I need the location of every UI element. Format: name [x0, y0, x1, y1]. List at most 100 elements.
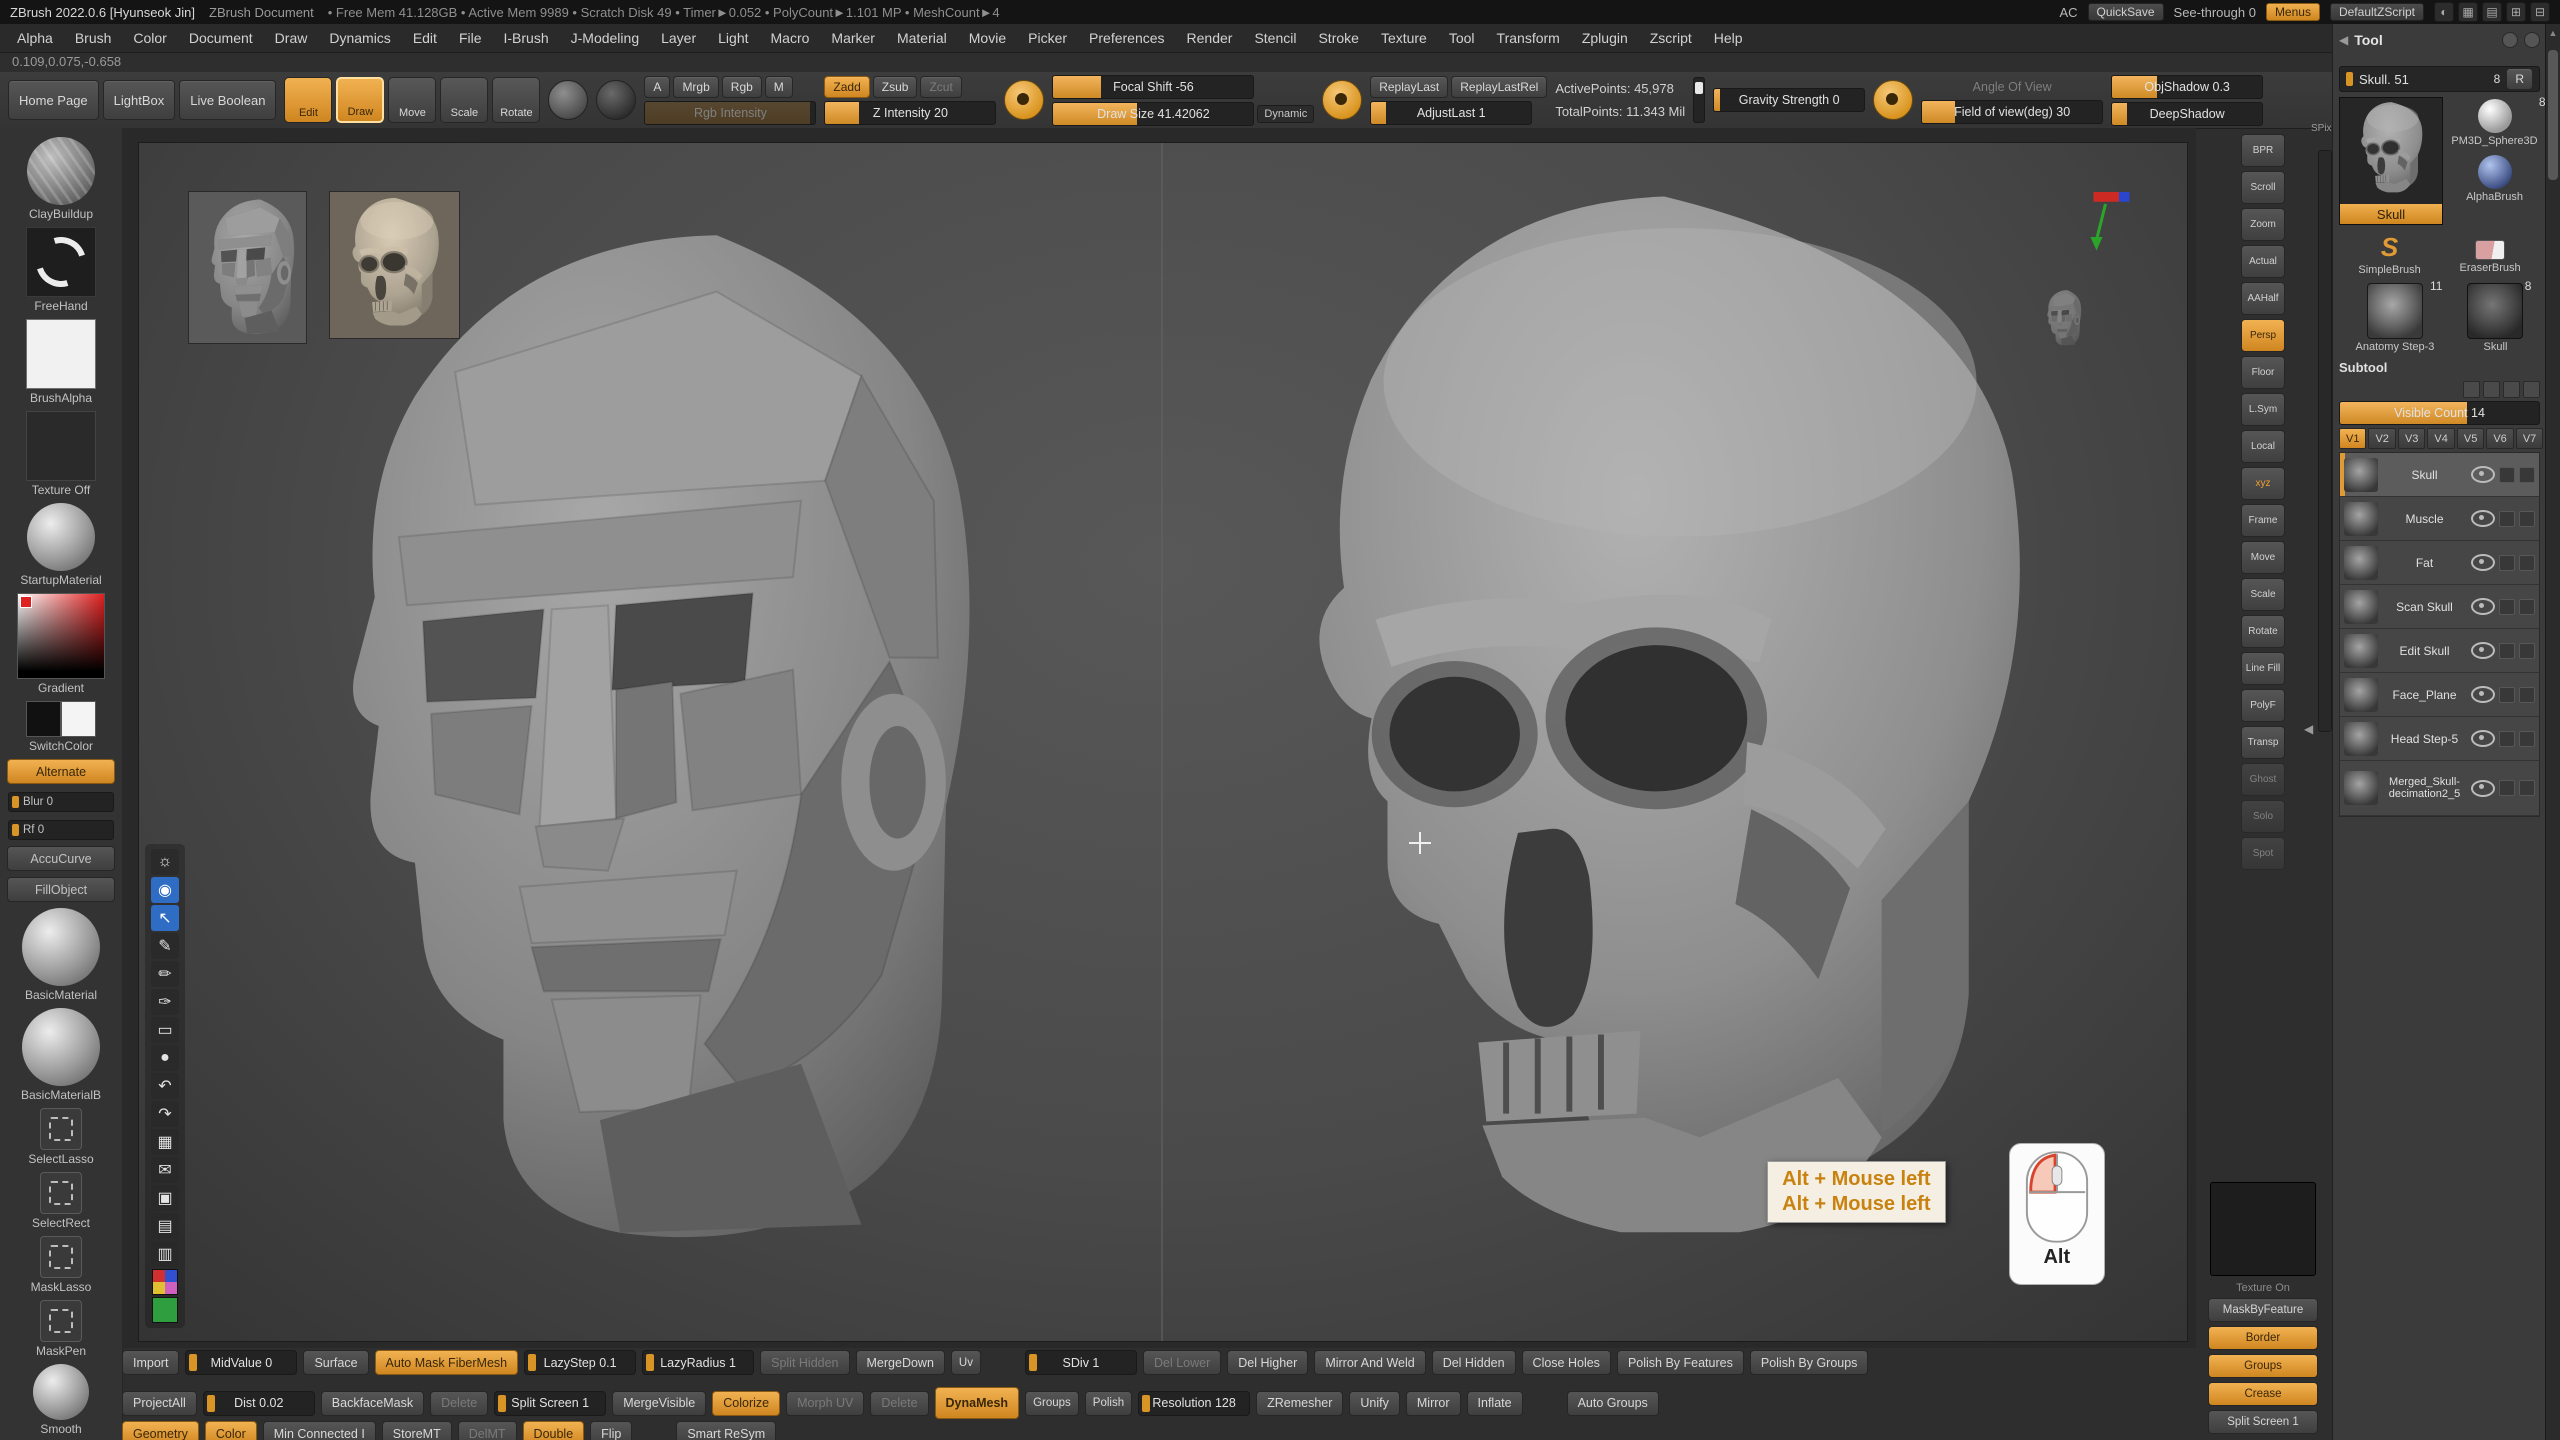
- surface-button[interactable]: Surface: [303, 1350, 368, 1375]
- uv-icon[interactable]: [2519, 731, 2535, 747]
- transp-button[interactable]: Transp: [2241, 726, 2285, 759]
- color-tab[interactable]: Color: [205, 1421, 257, 1440]
- storemt-button[interactable]: StoreMT: [382, 1421, 452, 1440]
- quicksave-button[interactable]: QuickSave: [2088, 3, 2164, 21]
- bpr-button[interactable]: BPR: [2241, 134, 2285, 167]
- mask-pen[interactable]: MaskPen: [3, 1300, 119, 1358]
- polish-button[interactable]: Polish: [1085, 1391, 1132, 1416]
- menu-item[interactable]: Layer: [650, 27, 707, 49]
- frame-button[interactable]: Frame: [2241, 504, 2285, 537]
- color-palette-icon[interactable]: [152, 1269, 178, 1295]
- menu-item[interactable]: Alpha: [6, 27, 64, 49]
- tool-r-button[interactable]: R: [2506, 68, 2533, 90]
- close-holes-button[interactable]: Close Holes: [1522, 1350, 1611, 1375]
- brush-smooth[interactable]: Smooth: [3, 1364, 119, 1436]
- menu-item[interactable]: Zscript: [1639, 27, 1703, 49]
- alphabrush-slot[interactable]: AlphaBrush: [2466, 155, 2523, 203]
- reference-thumbnail-1[interactable]: [188, 191, 307, 344]
- alternate-button[interactable]: Alternate: [3, 759, 119, 784]
- alpha-icon[interactable]: [596, 80, 636, 120]
- tool-slot-pm3d-sphere[interactable]: 8 PM3D_Sphere3D: [2451, 99, 2537, 147]
- menu-item[interactable]: Tool: [1438, 27, 1486, 49]
- min-connected-button[interactable]: Min Connected I: [263, 1421, 376, 1440]
- z-intensity-slider[interactable]: Z Intensity 20: [824, 101, 996, 125]
- subtool-tab-v5[interactable]: V5: [2457, 428, 2484, 449]
- mask-lasso[interactable]: MaskLasso: [3, 1236, 119, 1294]
- polypaint-icon[interactable]: [2499, 643, 2515, 659]
- menu-item[interactable]: Draw: [264, 27, 319, 49]
- auto-groups-button[interactable]: Auto Groups: [1567, 1391, 1659, 1416]
- projectall-button[interactable]: ProjectAll: [122, 1391, 197, 1416]
- spix-slider[interactable]: SPix 3: [2318, 150, 2332, 732]
- menu-item[interactable]: File: [448, 27, 493, 49]
- menu-item[interactable]: Picker: [1017, 27, 1078, 49]
- accucurve-button[interactable]: AccuCurve: [3, 846, 119, 871]
- panel-collapse-icon[interactable]: ◀: [2339, 33, 2348, 47]
- local-button[interactable]: Local: [2241, 430, 2285, 463]
- focal-shift-slider[interactable]: Focal Shift -56: [1052, 75, 1254, 99]
- mrgb-toggle[interactable]: Mrgb: [673, 76, 718, 98]
- subtool-tab-v3[interactable]: V3: [2398, 428, 2425, 449]
- double-button[interactable]: Double: [523, 1421, 585, 1440]
- pen-icon[interactable]: ✎: [151, 933, 179, 959]
- subtool-tab-v7[interactable]: V7: [2516, 428, 2543, 449]
- rf-slider[interactable]: Rf 0: [3, 818, 119, 840]
- menu-item[interactable]: Zplugin: [1571, 27, 1639, 49]
- subtool-row[interactable]: Scan Skull: [2340, 585, 2539, 629]
- cursor-icon[interactable]: ↖: [151, 905, 179, 931]
- stroke-icon[interactable]: [548, 80, 588, 120]
- flip-button[interactable]: Flip: [590, 1421, 632, 1440]
- move-mode-button[interactable]: Move: [388, 77, 436, 123]
- subtool-row[interactable]: Edit Skull: [2340, 629, 2539, 673]
- active-tool-name[interactable]: Skull. 51 8 R: [2339, 66, 2540, 92]
- subtool-row[interactable]: Face_Plane: [2340, 673, 2539, 717]
- axis-gizmo[interactable]: [2074, 185, 2134, 271]
- alpha-brushalpha[interactable]: BrushAlpha: [3, 319, 119, 405]
- scale-mode-button[interactable]: Scale: [440, 77, 488, 123]
- floor-button[interactable]: Floor: [2241, 356, 2285, 389]
- unify-button[interactable]: Unify: [1349, 1391, 1399, 1416]
- visible-count-slider[interactable]: Visible Count 14: [2339, 401, 2540, 425]
- simplebrush-slot[interactable]: S SimpleBrush: [2358, 232, 2420, 276]
- image-icon[interactable]: ▤: [151, 1213, 179, 1239]
- deepshadow-slider[interactable]: DeepShadow: [2111, 102, 2263, 126]
- polypaint-icon[interactable]: [2499, 467, 2515, 483]
- menu-item[interactable]: Edit: [402, 27, 448, 49]
- objshadow-slider[interactable]: ObjShadow 0.3: [2111, 75, 2263, 99]
- zcut-toggle[interactable]: Zcut: [920, 76, 961, 98]
- anatomy-tool-slot[interactable]: 11 Anatomy Step-3: [2356, 283, 2435, 353]
- polypaint-icon[interactable]: [2499, 687, 2515, 703]
- subtool-row[interactable]: Muscle: [2340, 497, 2539, 541]
- line-fill-button[interactable]: Line Fill: [2241, 652, 2285, 685]
- lazystep-slider[interactable]: LazyStep 0.1: [524, 1350, 636, 1375]
- undo-icon[interactable]: ↶: [151, 1073, 179, 1099]
- sculpt-viewport[interactable]: ☼ ◉ ↖ ✎ ✏ ✑ ▭ ● ↶ ↷ ▦ ✉ ▣ ▤ ▥ Alt + Mous…: [138, 142, 2188, 1342]
- rgb-intensity-slider[interactable]: Rgb Intensity: [644, 101, 816, 125]
- m-toggle[interactable]: M: [765, 76, 793, 98]
- split-hidden-button[interactable]: Split Hidden: [760, 1350, 849, 1375]
- smart-resym-button[interactable]: Smart ReSym: [676, 1421, 776, 1440]
- auto-mask-fibermesh-button[interactable]: Auto Mask FiberMesh: [375, 1350, 519, 1375]
- subtool-all-eye-icon[interactable]: [2463, 381, 2480, 398]
- del-hidden-button[interactable]: Del Hidden: [1432, 1350, 1516, 1375]
- subtool-folder-icon[interactable]: [2523, 381, 2540, 398]
- uv-icon[interactable]: [2519, 599, 2535, 615]
- geometry-tab[interactable]: Geometry: [122, 1421, 199, 1440]
- zoom-button[interactable]: Zoom: [2241, 208, 2285, 241]
- menu-item[interactable]: Brush: [64, 27, 123, 49]
- expand-icon[interactable]: ⊞: [2506, 2, 2526, 22]
- move-button[interactable]: Move: [2241, 541, 2285, 574]
- menu-item[interactable]: Material: [886, 27, 958, 49]
- select-rect[interactable]: SelectRect: [3, 1172, 119, 1230]
- eraser-icon[interactable]: ▭: [151, 1017, 179, 1043]
- color-picker-gradient[interactable]: Gradient: [3, 593, 119, 695]
- stroke-freehand[interactable]: FreeHand: [3, 227, 119, 313]
- split-screen-button[interactable]: Split Screen 1: [2208, 1410, 2318, 1434]
- eraserbrush-slot[interactable]: EraserBrush: [2459, 232, 2520, 276]
- menu-item[interactable]: Movie: [958, 27, 1017, 49]
- menu-item[interactable]: Dynamics: [318, 27, 401, 49]
- scrollbar-thumb[interactable]: [2548, 50, 2558, 180]
- menus-button[interactable]: Menus: [2266, 3, 2320, 21]
- bulb-icon[interactable]: ☼: [151, 849, 179, 875]
- subtool-tab-v6[interactable]: V6: [2486, 428, 2513, 449]
